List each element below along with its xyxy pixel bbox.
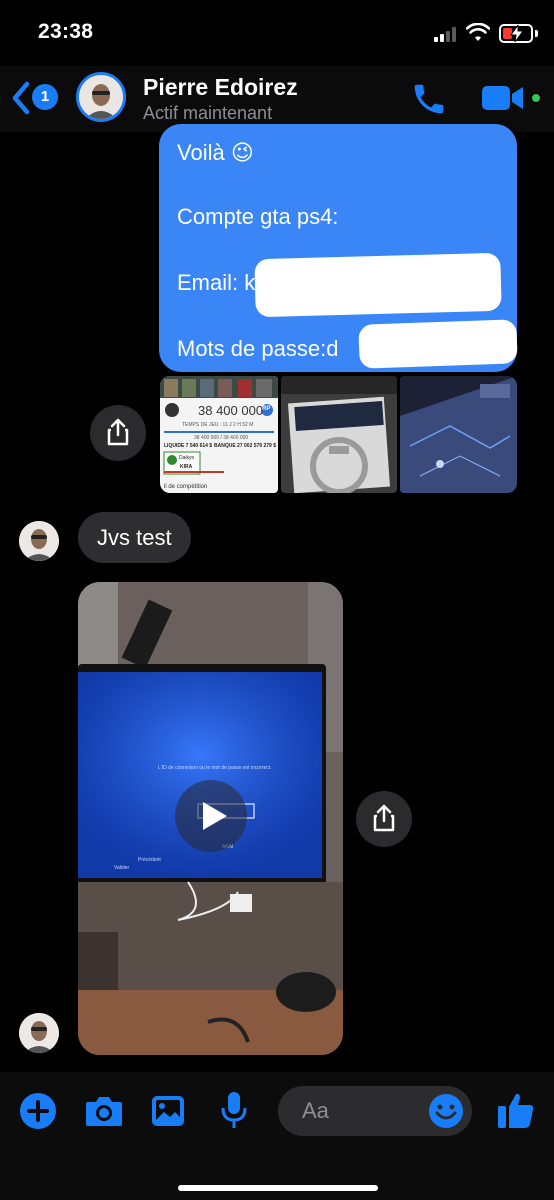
battery-cap xyxy=(535,30,538,37)
microphone-icon[interactable] xyxy=(220,1090,248,1130)
share-button[interactable] xyxy=(90,405,146,461)
video-screen-error-text: L'ID de connexion ou le mot de passe est… xyxy=(158,765,272,771)
video-message[interactable]: L'ID de connexion ou le mot de passe est… xyxy=(78,582,343,1055)
play-button[interactable] xyxy=(175,780,247,852)
photo-money-small: 38 400 000 / 38 400 000 xyxy=(194,435,249,441)
play-icon xyxy=(203,802,227,830)
redaction-scribble xyxy=(254,252,502,318)
video-camera-icon[interactable] xyxy=(482,84,524,112)
image-icon[interactable] xyxy=(150,1094,186,1128)
message-line-greeting: Voilà 😉 xyxy=(177,140,254,165)
outgoing-message-bubble[interactable]: Voilà 😉 Compte gta ps4: Email: k Mots de… xyxy=(159,124,518,372)
message-line-email: Email: k xyxy=(177,270,256,295)
redaction-scribble xyxy=(358,319,518,369)
share-icon xyxy=(107,418,129,446)
cellular-signal-icon xyxy=(434,26,458,42)
photo-playtime: TEMPS DE JEU : 11 J 2 H 52 M xyxy=(182,422,254,428)
sender-avatar[interactable] xyxy=(19,1013,59,1053)
shared-photo[interactable] xyxy=(281,376,397,493)
photo-liquid: LIQUIDE 7 540 614 $ xyxy=(164,443,213,449)
shared-photo[interactable]: 38 400 000 RP TEMPS DE JEU : 11 J 2 H 52… xyxy=(160,376,278,493)
message-composer xyxy=(0,1072,554,1200)
shared-photo[interactable] xyxy=(400,376,517,493)
thumbs-up-icon[interactable] xyxy=(496,1090,536,1130)
photo-money: 38 400 000 xyxy=(198,403,264,418)
message-line-account: Compte gta ps4: xyxy=(177,204,339,229)
incoming-message-bubble[interactable]: Jvs test xyxy=(78,512,191,563)
photo-crew: Daikyo xyxy=(179,455,195,461)
charging-bolt-icon xyxy=(510,25,524,42)
conversation-header: 1 Pierre Edoirez Actif maintenant xyxy=(0,66,554,132)
contact-avatar[interactable] xyxy=(76,72,126,122)
chevron-left-icon[interactable] xyxy=(10,80,32,116)
video-screen-previous: Précédent xyxy=(138,857,161,863)
share-button[interactable] xyxy=(356,791,412,847)
photo-bank: BANQUE 27 002 579 279 $ xyxy=(214,443,276,449)
status-bar: 23:38 xyxy=(0,0,554,66)
share-icon xyxy=(373,804,395,832)
contact-name[interactable]: Pierre Edoirez xyxy=(143,74,298,101)
contact-status: Actif maintenant xyxy=(143,103,273,123)
phone-icon[interactable] xyxy=(410,80,448,118)
photo-rp-badge: RP xyxy=(262,406,271,412)
camera-icon[interactable] xyxy=(84,1094,124,1128)
wifi-icon xyxy=(466,23,490,41)
photo-footer: ll de compétition xyxy=(164,484,208,490)
message-line-password: Mots de passe:d xyxy=(177,336,339,361)
home-indicator[interactable] xyxy=(178,1185,378,1191)
sender-avatar[interactable] xyxy=(19,521,59,561)
status-time: 23:38 xyxy=(38,20,94,43)
plus-icon[interactable] xyxy=(19,1092,57,1130)
video-screen-validate: Valider xyxy=(114,865,130,871)
online-status-dot xyxy=(530,92,542,104)
emoji-icon[interactable] xyxy=(428,1093,464,1129)
unread-badge[interactable]: 1 xyxy=(32,84,58,110)
photo-crew-tag: KIRA xyxy=(180,464,193,470)
